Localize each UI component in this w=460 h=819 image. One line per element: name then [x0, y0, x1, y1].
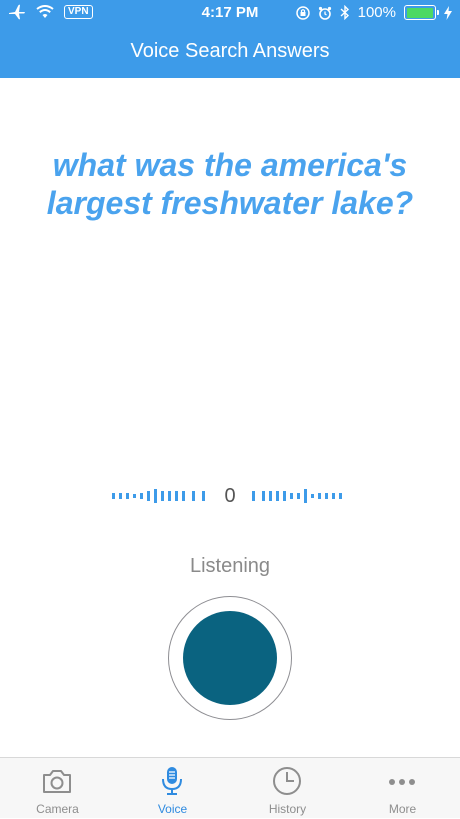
tab-label: More [388, 802, 417, 816]
tab-label: Camera [36, 802, 79, 816]
bluetooth-icon [340, 5, 349, 20]
tab-voice[interactable]: Voice [115, 758, 230, 819]
audio-level-bars-left [112, 489, 205, 503]
status-right: 100% [295, 4, 452, 21]
tab-history[interactable]: History [230, 758, 345, 819]
record-button[interactable] [183, 611, 277, 705]
microphone-icon [162, 767, 182, 795]
header: VPN 4:17 PM 100% Voice Search Answers [0, 0, 460, 78]
audio-level-value: 0 [224, 485, 236, 507]
tab-camera[interactable]: Camera [0, 758, 115, 819]
recognized-question-text: what was the america's largest freshwate… [46, 147, 414, 221]
tab-label: History [268, 802, 307, 816]
alarm-icon [318, 6, 331, 20]
camera-icon [43, 770, 71, 793]
tab-bar: Camera Voice History More [0, 757, 460, 818]
audio-level-meter: 0 [0, 484, 460, 508]
lock-rotation-icon [295, 5, 310, 20]
battery-icon [404, 5, 439, 20]
listening-status: Listening [189, 555, 271, 577]
battery-level [406, 7, 433, 18]
audio-level-bars-right [252, 489, 342, 503]
tab-more[interactable]: More [345, 758, 460, 819]
charging-icon [444, 5, 452, 20]
tab-label: Voice [157, 802, 188, 816]
status-bar: VPN 4:17 PM 100% [0, 0, 460, 26]
more-dots-icon [389, 779, 415, 785]
page-title: Voice Search Answers [130, 40, 330, 62]
clock-icon [273, 767, 301, 795]
battery-percent: 100% [357, 4, 396, 21]
